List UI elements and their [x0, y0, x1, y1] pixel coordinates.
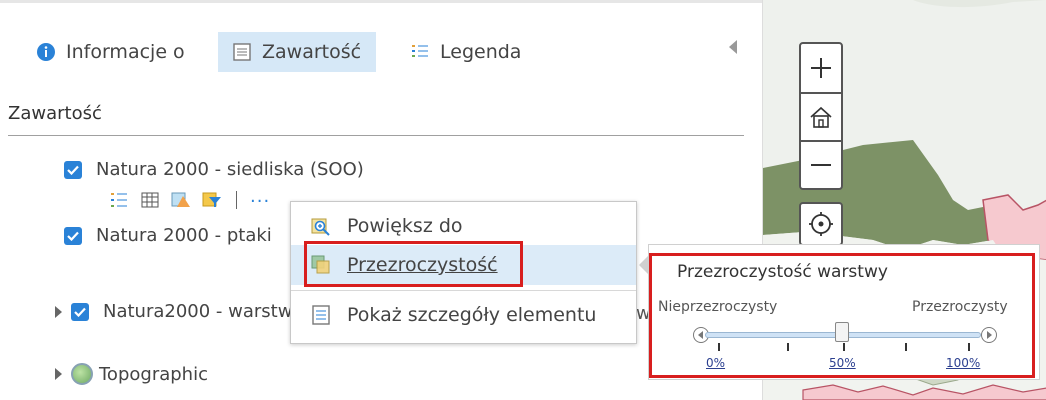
slider-tick — [843, 343, 845, 351]
layer-row[interactable]: Natura 2000 - siedliska (SOO) — [64, 159, 364, 180]
layer-checkbox[interactable] — [64, 226, 82, 245]
zoom-to-icon — [311, 216, 331, 236]
slider-tick — [787, 343, 789, 351]
collapse-panel-icon[interactable] — [729, 40, 737, 54]
locate-control — [799, 202, 843, 246]
panel-top-border — [0, 0, 762, 3]
filter-icon[interactable] — [201, 190, 223, 210]
section-title: Zawartość — [8, 103, 102, 124]
arrow-right-icon — [987, 331, 992, 339]
change-style-icon[interactable] — [170, 190, 192, 210]
tab-legend-label: Legenda — [440, 41, 522, 63]
locate-button[interactable] — [801, 204, 841, 244]
transparency-title: Przezroczystość warstwy — [677, 262, 888, 282]
layer-checkbox[interactable] — [71, 302, 89, 321]
slider-tick-label: 100% — [946, 356, 981, 370]
slider-tick-label: 50% — [829, 356, 856, 370]
attribute-table-icon[interactable] — [139, 190, 161, 210]
menu-item-zoom-to[interactable]: Powiększ do — [291, 206, 636, 246]
expand-arrow-icon[interactable] — [55, 368, 62, 380]
zoom-in-icon — [811, 58, 831, 78]
menu-item-label: Powiększ do — [347, 215, 463, 237]
zoom-controls — [799, 42, 843, 190]
tab-content-label: Zawartość — [262, 41, 362, 63]
transparent-label: Przezroczysty — [912, 299, 1008, 315]
layer-name: Topographic — [99, 363, 208, 385]
layer-row[interactable]: Natura2000 - warstw — [55, 301, 292, 322]
details-icon — [311, 305, 331, 325]
tab-content[interactable]: Zawartość — [218, 32, 376, 72]
tab-info-label: Informacje o — [66, 41, 185, 63]
tab-legend[interactable]: Legenda — [400, 32, 550, 72]
expand-arrow-icon[interactable] — [55, 305, 62, 318]
slider-tick — [905, 343, 907, 351]
locate-icon — [809, 212, 833, 236]
legend-toggle-icon[interactable] — [108, 190, 130, 210]
menu-divider — [291, 290, 636, 291]
slider-increase-button[interactable] — [981, 327, 997, 343]
highlight-box-transparency — [304, 241, 523, 287]
layer-toolbar: ... — [108, 186, 270, 211]
menu-item-show-details[interactable]: Pokaż szczegóły elementu — [291, 295, 636, 335]
slider-tick — [718, 343, 720, 351]
layer-checkbox[interactable] — [64, 160, 82, 179]
section-divider — [8, 135, 744, 136]
layer-row[interactable]: Topographic — [55, 363, 208, 385]
zoom-out-icon — [811, 164, 831, 166]
home-icon — [810, 106, 832, 128]
slider-tick — [968, 343, 970, 351]
opaque-label: Nieprzezroczysty — [658, 299, 778, 315]
layer-name: Natura2000 - warstw — [103, 301, 293, 322]
transparency-slider-thumb[interactable] — [835, 322, 849, 342]
basemap-globe-icon — [71, 363, 93, 385]
legend-icon — [410, 42, 430, 62]
home-button[interactable] — [801, 92, 841, 140]
zoom-out-button[interactable] — [801, 140, 841, 188]
layer-name: Natura 2000 - siedliska (SOO) — [96, 159, 364, 180]
tab-info[interactable]: Informacje o — [18, 32, 206, 72]
menu-item-label: Pokaż szczegóły elementu — [347, 304, 597, 326]
info-icon — [36, 42, 56, 62]
layer-row[interactable]: Natura 2000 - ptaki — [64, 225, 272, 246]
panel-pointer — [639, 255, 649, 275]
slider-tick-label: 0% — [706, 356, 726, 370]
layer-name: Natura 2000 - ptaki — [96, 225, 272, 246]
toolbar-separator — [236, 191, 237, 209]
content-list-icon — [232, 42, 252, 62]
more-options-button[interactable]: ... — [250, 186, 270, 207]
zoom-in-button[interactable] — [801, 44, 841, 92]
arrow-left-icon — [698, 331, 703, 339]
